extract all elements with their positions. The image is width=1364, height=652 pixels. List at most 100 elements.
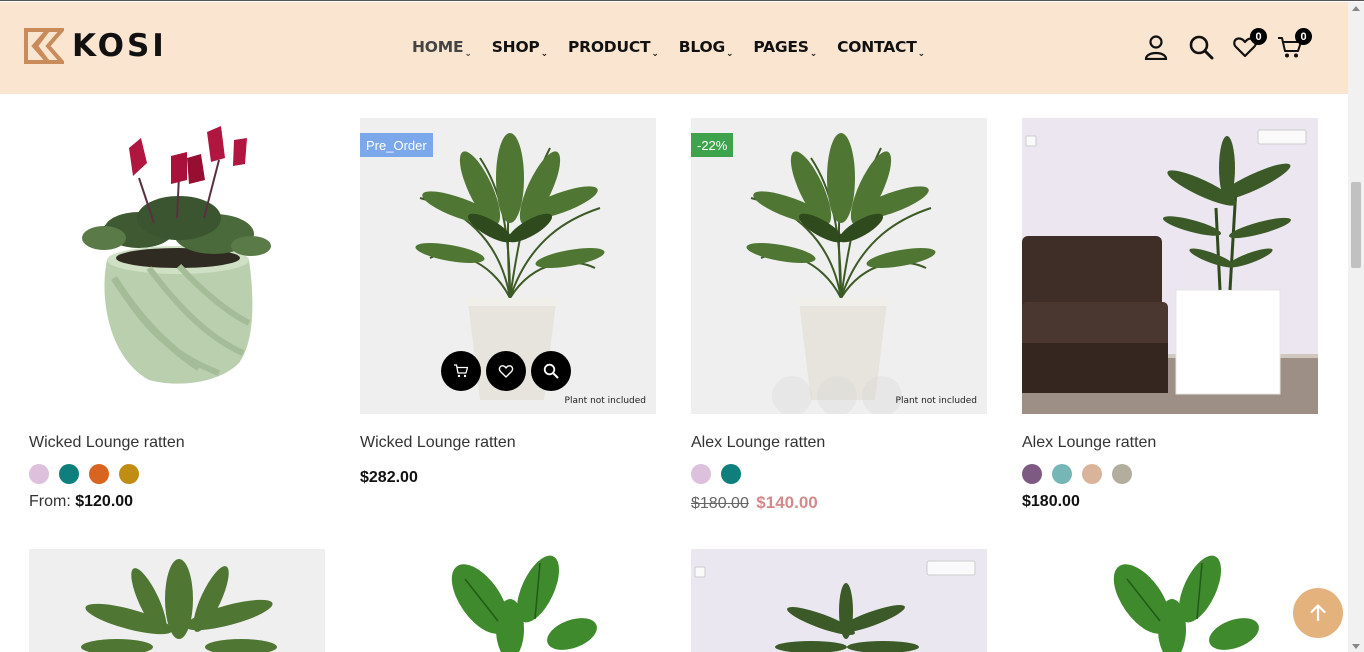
logo[interactable]: KOSI <box>24 26 167 66</box>
nav-contact[interactable]: CONTACT ⌄ <box>837 38 926 59</box>
ghost-button <box>817 376 857 414</box>
product-card[interactable] <box>691 549 987 652</box>
color-swatch[interactable] <box>721 464 741 484</box>
price-row: $180.00 <box>1022 493 1318 511</box>
page: KOSI HOME ⌄ SHOP ⌄ PRODUCT ⌄ BLOG ⌄ PAGES ⌄ C… <box>0 0 1364 652</box>
cart-button[interactable]: 0 <box>1276 28 1312 62</box>
product-image[interactable] <box>360 549 656 652</box>
color-swatch[interactable] <box>59 464 79 484</box>
product-title[interactable]: Wicked Lounge ratten <box>360 434 656 452</box>
logo-mark-icon <box>24 28 64 64</box>
chevron-down-icon: ⌄ <box>464 49 472 59</box>
scroll-down-arrow-icon[interactable] <box>1352 644 1360 649</box>
preorder-badge: Pre_Order <box>360 133 433 157</box>
arrow-up-icon <box>1310 604 1326 622</box>
color-swatch[interactable] <box>89 464 109 484</box>
site-header: KOSI HOME ⌄ SHOP ⌄ PRODUCT ⌄ BLOG ⌄ PAGES ⌄ C… <box>0 2 1348 94</box>
ghost-button <box>862 376 902 414</box>
product-image[interactable] <box>691 549 987 652</box>
room-planter-image <box>1022 118 1318 414</box>
price-row: $180.00 $140.00 <box>691 493 987 513</box>
logo-text: KOSI <box>72 28 167 64</box>
product-card[interactable]: Alex Lounge ratten $180.00 <box>1022 118 1318 511</box>
product-image[interactable]: Pre_Order Plant not included <box>360 118 656 414</box>
add-to-cart-button[interactable] <box>441 351 481 391</box>
scroll-up-arrow-icon[interactable] <box>1352 6 1360 11</box>
room-plant-image <box>694 560 976 652</box>
nav-blog-label: BLOG <box>678 38 726 56</box>
nav-pages[interactable]: PAGES ⌄ <box>753 38 818 59</box>
nav-home[interactable]: HOME ⌄ <box>412 38 472 59</box>
product-card[interactable] <box>29 549 325 652</box>
price-row: $282.00 <box>360 469 656 487</box>
product-card[interactable]: -22% Plant not included Alex Lounge ratt… <box>691 118 987 513</box>
add-to-wishlist-button[interactable] <box>486 351 526 391</box>
chevron-down-icon: ⌄ <box>917 49 926 59</box>
flower-pot-image <box>82 126 271 384</box>
product-image[interactable] <box>29 549 325 652</box>
wishlist-count-badge: 0 <box>1250 28 1267 45</box>
banana-plant-image <box>451 555 597 652</box>
color-swatch[interactable] <box>1022 464 1042 484</box>
back-to-top-button[interactable] <box>1293 588 1343 638</box>
product-title[interactable]: Alex Lounge ratten <box>691 434 987 452</box>
product-image[interactable] <box>1022 118 1318 414</box>
palm-pot-image <box>746 133 936 400</box>
nav-product[interactable]: PRODUCT ⌄ <box>567 38 659 59</box>
color-swatch[interactable] <box>1082 464 1102 484</box>
plant-note: Plant not included <box>564 396 646 406</box>
color-swatch[interactable] <box>691 464 711 484</box>
price-prefix: From: <box>29 493 71 510</box>
ghost-button <box>772 376 812 414</box>
nav-home-label: HOME <box>412 38 464 56</box>
nav-product-label: PRODUCT <box>567 38 651 56</box>
color-swatch[interactable] <box>1112 464 1132 484</box>
chevron-down-icon: ⌄ <box>726 49 734 59</box>
header-actions: 0 0 <box>1142 28 1322 64</box>
color-swatch[interactable] <box>119 464 139 484</box>
product-image[interactable] <box>29 118 325 414</box>
price: $180.00 <box>1022 493 1080 510</box>
account-button[interactable] <box>1142 32 1170 62</box>
product-title[interactable]: Alex Lounge ratten <box>1022 434 1318 452</box>
chevron-down-icon: ⌄ <box>540 49 549 59</box>
heart-icon <box>498 365 514 378</box>
banana-plant-image <box>1113 555 1259 652</box>
search-icon <box>1189 35 1214 60</box>
wishlist-button[interactable]: 0 <box>1231 28 1267 62</box>
cart-icon <box>454 364 469 378</box>
product-card[interactable]: Pre_Order Plant not included Wicked Loun… <box>360 118 656 487</box>
nav-shop-label: SHOP <box>491 38 540 56</box>
plant-note: Plant not included <box>895 396 977 406</box>
search-button[interactable] <box>1187 32 1215 62</box>
nav-contact-label: CONTACT <box>837 38 917 56</box>
product-card[interactable] <box>1022 549 1318 652</box>
nav-pages-label: PAGES <box>753 38 809 56</box>
page-scrollbar[interactable] <box>1348 2 1364 652</box>
product-title[interactable]: Wicked Lounge ratten <box>29 434 325 452</box>
palm-image <box>81 559 277 652</box>
product-image[interactable] <box>1022 549 1318 652</box>
product-card[interactable]: Wicked Lounge ratten From: $120.00 <box>29 118 325 511</box>
quick-view-button[interactable] <box>531 351 571 391</box>
product-actions-faded <box>772 376 902 414</box>
cart-count-badge: 0 <box>1295 28 1312 45</box>
search-icon <box>543 363 559 379</box>
price-row: From: $120.00 <box>29 493 325 511</box>
price: $120.00 <box>75 493 134 510</box>
color-swatches <box>29 464 325 484</box>
color-swatch[interactable] <box>1052 464 1072 484</box>
color-swatches <box>691 464 987 484</box>
chevron-down-icon: ⌄ <box>809 49 818 59</box>
nav-blog[interactable]: BLOG ⌄ <box>678 38 734 59</box>
price: $282.00 <box>360 469 418 486</box>
product-image[interactable]: -22% Plant not included <box>691 118 987 414</box>
old-price: $180.00 <box>691 495 749 512</box>
scroll-thumb[interactable] <box>1351 182 1361 268</box>
product-card[interactable] <box>360 549 656 652</box>
chevron-down-icon: ⌄ <box>651 49 659 59</box>
discount-badge: -22% <box>691 133 734 157</box>
nav-shop[interactable]: SHOP ⌄ <box>491 38 549 59</box>
main-nav: HOME ⌄ SHOP ⌄ PRODUCT ⌄ BLOG ⌄ PAGES ⌄ CONTAC… <box>412 38 926 59</box>
color-swatch[interactable] <box>29 464 49 484</box>
